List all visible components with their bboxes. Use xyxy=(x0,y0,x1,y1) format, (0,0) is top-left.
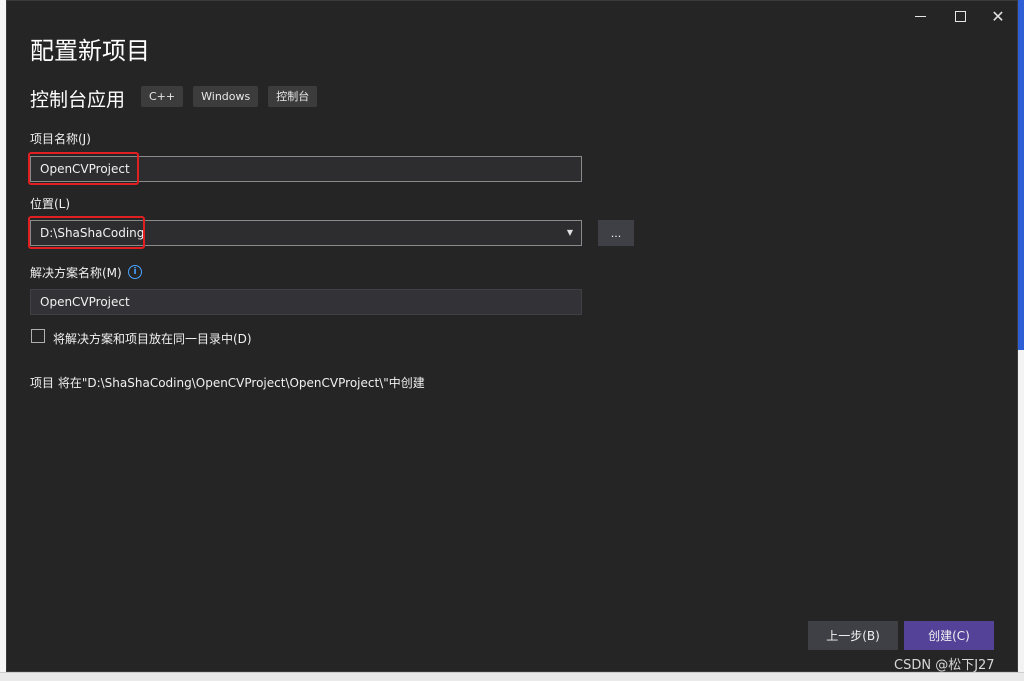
solution-name-input[interactable]: OpenCVProject xyxy=(30,289,582,315)
project-name-label: 项目名称(J) xyxy=(30,132,91,146)
chevron-down-icon[interactable]: ▼ xyxy=(563,221,577,245)
browse-button[interactable]: ... xyxy=(598,220,634,246)
minimize-button[interactable] xyxy=(905,5,935,27)
tag-windows: Windows xyxy=(193,86,259,107)
tag-cpp: C++ xyxy=(141,86,184,107)
maximize-button[interactable] xyxy=(945,5,975,27)
back-button[interactable]: 上一步(B) xyxy=(808,621,898,650)
project-name-input[interactable]: OpenCVProject xyxy=(30,156,582,182)
tag-console: 控制台 xyxy=(268,86,318,107)
close-icon: ✕ xyxy=(991,6,1005,26)
template-tags: C++ Windows 控制台 xyxy=(141,86,318,107)
maximize-icon xyxy=(954,10,966,22)
minimize-icon xyxy=(914,15,926,17)
configure-project-dialog: ✕ 配置新项目 控制台应用 C++ Windows 控制台 项目名称(J) Op… xyxy=(6,0,1018,672)
same-directory-label[interactable]: 将解决方案和项目放在同一目录中(D) xyxy=(53,330,252,347)
create-button[interactable]: 创建(C) xyxy=(904,621,994,650)
info-icon[interactable]: i xyxy=(128,265,142,279)
solution-name-label: 解决方案名称(M) xyxy=(30,266,122,280)
template-name: 控制台应用 xyxy=(30,89,126,111)
close-button[interactable]: ✕ xyxy=(983,5,1013,27)
watermark: CSDN @松下J27 xyxy=(894,658,995,673)
location-value: D:\ShaShaCoding xyxy=(40,226,145,240)
location-combobox[interactable]: D:\ShaShaCoding ▼ xyxy=(30,220,582,246)
page-title: 配置新项目 xyxy=(30,37,150,65)
location-summary: 项目 将在"D:\ShaShaCoding\OpenCVProject\Open… xyxy=(30,376,425,390)
same-directory-checkbox[interactable] xyxy=(31,329,45,343)
background-accent-strip xyxy=(1018,0,1024,350)
location-label: 位置(L) xyxy=(30,197,71,211)
